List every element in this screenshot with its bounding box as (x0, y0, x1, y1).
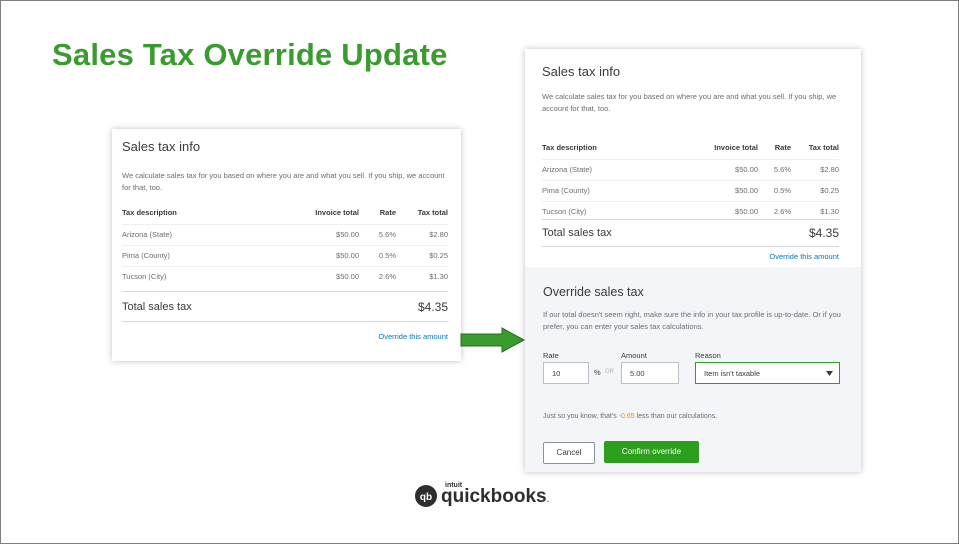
card-heading: Sales tax info (542, 64, 621, 79)
cancel-button[interactable]: Cancel (543, 442, 595, 464)
cell-rate: 0.5% (359, 244, 396, 266)
percent-sign: % (594, 368, 601, 377)
rate-input[interactable]: 10 (543, 362, 589, 384)
cell-invoice-total: $50.00 (284, 244, 359, 266)
cell-invoice-total: $50.00 (684, 179, 758, 201)
table-row: Pima (County) $50.00 0.5% $0.25 (122, 244, 448, 266)
total-value: $4.35 (808, 226, 839, 240)
cell-description: Pima (County) (542, 179, 684, 201)
difference-notice: Just so you know, that's -0.65 less than… (543, 411, 717, 423)
override-sales-tax-panel: Override sales tax If our total doesn't … (525, 267, 861, 472)
logo-quickbooks: quickbooks (441, 485, 547, 507)
caret-down-icon[interactable] (826, 371, 833, 376)
col-tax-description: Tax description (542, 143, 597, 153)
cell-tax-total: $1.30 (396, 265, 448, 287)
cell-tax-total: $2.80 (791, 158, 839, 180)
col-invoice-total: Invoice total (714, 143, 758, 153)
override-amount-link[interactable]: Override this amount (769, 252, 839, 261)
table-header-row: Tax description Invoice total Rate Tax t… (122, 202, 448, 224)
cell-tax-total: $2.80 (396, 223, 448, 245)
override-amount-link[interactable]: Override this amount (122, 332, 448, 341)
cell-rate: 2.6% (359, 265, 396, 287)
col-tax-total: Tax total (808, 143, 839, 153)
table-header-row: Tax description Invoice total Rate Tax t… (542, 137, 839, 159)
reason-select[interactable]: Item isn't taxable (695, 362, 840, 384)
reason-selected-value: Item isn't taxable (704, 369, 761, 378)
table-row: Arizona (State) $50.00 5.6% $2.80 (542, 158, 839, 180)
green-right-arrow-icon (460, 327, 526, 353)
quickbooks-logo: qb intuit quickbooks. (415, 482, 550, 507)
col-tax-description: Tax description (122, 208, 177, 218)
cell-invoice-total: $50.00 (684, 158, 758, 180)
or-separator: OR (605, 369, 614, 375)
reason-label: Reason (695, 351, 721, 360)
col-rate: Rate (379, 208, 396, 218)
total-value: $4.35 (417, 299, 448, 314)
tax-table: Tax description Invoice total Rate Tax t… (122, 202, 448, 287)
card-heading: Sales tax info (122, 139, 201, 154)
table-row: Pima (County) $50.00 0.5% $0.25 (542, 179, 839, 201)
quickbooks-logo-icon: qb (415, 485, 437, 507)
amount-input[interactable]: 5.00 (621, 362, 679, 384)
notice-prefix: Just so you know, that's (543, 413, 617, 420)
cell-tax-total: $0.25 (396, 244, 448, 266)
slide: Sales Tax Override Update Sales tax info… (0, 0, 959, 544)
total-label: Total sales tax (122, 300, 192, 313)
logo-dot: . (546, 493, 550, 505)
total-sales-tax-row: Total sales tax $4.35 (122, 291, 448, 322)
tax-table: Tax description Invoice total Rate Tax t… (542, 137, 839, 222)
override-heading: Override sales tax (543, 285, 644, 299)
cell-description: Tucson (City) (122, 265, 284, 287)
total-label: Total sales tax (542, 227, 612, 239)
cell-description: Pima (County) (122, 244, 284, 266)
logo-wordmark: intuit quickbooks. (441, 482, 550, 507)
slide-title: Sales Tax Override Update (52, 37, 448, 72)
amount-label: Amount (621, 351, 647, 360)
sales-tax-info-card-before: Sales tax info We calculate sales tax fo… (112, 129, 461, 361)
total-sales-tax-row: Total sales tax $4.35 (542, 219, 839, 247)
col-tax-total: Tax total (417, 208, 448, 218)
cell-invoice-total: $50.00 (284, 265, 359, 287)
svg-text:qb: qb (420, 492, 432, 503)
cell-description: Arizona (State) (122, 223, 284, 245)
table-row: Tucson (City) $50.00 2.6% $1.30 (122, 265, 448, 287)
notice-amount: -0.65 (618, 413, 635, 420)
cell-invoice-total: $50.00 (284, 223, 359, 245)
override-description: If our total doesn't seem right, make su… (543, 310, 841, 331)
col-invoice-total: Invoice total (315, 208, 359, 218)
rate-label: Rate (543, 351, 559, 360)
sales-tax-info-card-after: Sales tax info We calculate sales tax fo… (525, 49, 861, 472)
cell-tax-total: $0.25 (791, 179, 839, 201)
col-rate: Rate (774, 143, 791, 153)
cell-rate: 0.5% (758, 179, 791, 201)
confirm-override-button[interactable]: Confirm override (604, 441, 699, 463)
card-description: We calculate sales tax for you based on … (542, 92, 837, 113)
logo-intuit: intuit (445, 481, 463, 489)
table-row: Arizona (State) $50.00 5.6% $2.80 (122, 223, 448, 245)
card-description: We calculate sales tax for you based on … (122, 171, 445, 192)
cell-description: Arizona (State) (542, 158, 684, 180)
notice-suffix: less than our calculations. (636, 413, 718, 420)
cell-rate: 5.6% (758, 158, 791, 180)
cell-rate: 5.6% (359, 223, 396, 245)
